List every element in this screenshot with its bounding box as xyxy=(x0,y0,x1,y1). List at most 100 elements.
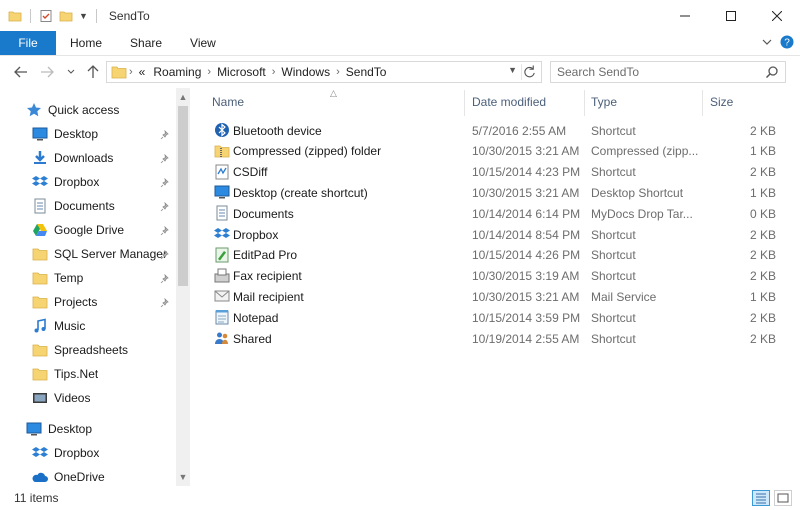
sidebar-item-sql-server-manager[interactable]: SQL Server Manager xyxy=(0,242,176,266)
column-header-date[interactable]: Date modified xyxy=(472,88,546,116)
tab-view[interactable]: View xyxy=(176,31,230,55)
window-controls xyxy=(662,0,800,31)
address-bar[interactable]: › « Roaming › Microsoft › Windows › Send… xyxy=(106,61,542,83)
table-row[interactable]: Compressed (zipped) folder 10/30/2015 3:2… xyxy=(190,141,780,162)
table-row[interactable]: Shared 10/19/2014 2:55 AM Shortcut 2 KB xyxy=(190,328,780,349)
expand-ribbon-icon[interactable] xyxy=(762,38,772,46)
sidebar-item-label: SQL Server Manager xyxy=(54,247,167,261)
maximize-icon xyxy=(726,10,736,21)
navigation-scrollbar[interactable]: ▲ ▼ xyxy=(176,88,190,486)
scroll-up-icon[interactable]: ▲ xyxy=(176,90,190,104)
file-type: Shortcut xyxy=(591,269,636,284)
table-row[interactable]: Fax recipient 10/30/2015 3:19 AM Shortcut 2… xyxy=(190,266,780,287)
column-header-type[interactable]: Type xyxy=(591,88,617,116)
sidebar-item-label: Downloads xyxy=(54,151,114,165)
sidebar-item-desktop[interactable]: Desktop xyxy=(0,417,176,441)
svg-text:?: ? xyxy=(784,38,790,49)
table-row[interactable]: Dropbox 10/14/2014 8:54 PM Shortcut 2 KB xyxy=(190,224,780,245)
pin-icon[interactable] xyxy=(160,201,170,212)
chevron-right-icon[interactable]: › xyxy=(270,66,278,78)
file-size: 1 KB xyxy=(749,289,776,304)
maximize-button[interactable] xyxy=(708,0,754,31)
scrollbar-thumb[interactable] xyxy=(178,106,188,286)
google-drive-icon xyxy=(32,222,48,238)
dropbox-icon xyxy=(214,226,230,242)
new-folder-icon[interactable] xyxy=(59,9,73,23)
tab-share[interactable]: Share xyxy=(116,31,176,55)
breadcrumb-sendto[interactable]: SendTo xyxy=(342,65,391,79)
column-separator[interactable] xyxy=(702,90,703,116)
sidebar-item-quick-access[interactable]: Quick access xyxy=(0,98,176,122)
pin-icon[interactable] xyxy=(160,297,170,308)
column-separator[interactable] xyxy=(464,90,465,116)
table-row[interactable]: Notepad 10/15/2014 3:59 PM Shortcut 2 KB xyxy=(190,307,780,328)
pin-icon[interactable] xyxy=(160,129,170,140)
chevron-right-icon[interactable]: › xyxy=(334,66,342,78)
column-header-name[interactable]: Name xyxy=(212,88,244,116)
up-button[interactable] xyxy=(82,61,104,83)
file-size: 2 KB xyxy=(749,269,776,284)
search-icon[interactable] xyxy=(765,65,779,79)
fax-icon xyxy=(214,268,230,284)
table-row[interactable]: Mail recipient 10/30/2015 3:21 AM Mail Ser… xyxy=(190,286,780,307)
table-row[interactable]: Desktop (create shortcut) 10/30/2015 3:21… xyxy=(190,182,780,203)
pin-icon[interactable] xyxy=(160,249,170,260)
sidebar-item-dropbox[interactable]: Dropbox xyxy=(0,170,176,194)
details-view-button[interactable] xyxy=(752,490,770,506)
file-date: 10/19/2014 2:55 AM xyxy=(472,331,580,346)
tab-home[interactable]: Home xyxy=(56,31,116,55)
back-button[interactable] xyxy=(10,61,32,83)
folder-icon xyxy=(32,342,48,358)
minimize-button[interactable] xyxy=(662,0,708,31)
file-size: 0 KB xyxy=(749,206,776,221)
breadcrumb-microsoft[interactable]: Microsoft xyxy=(213,65,270,79)
sidebar-item-label: Temp xyxy=(54,271,84,285)
table-row[interactable]: Bluetooth device 5/7/2016 2:55 AM Shortcut… xyxy=(190,120,780,141)
sidebar-item-projects[interactable]: Projects xyxy=(0,290,176,314)
scroll-down-icon[interactable]: ▼ xyxy=(176,470,190,484)
refresh-icon[interactable] xyxy=(521,64,537,80)
table-row[interactable]: Documents 10/14/2014 6:14 PM MyDocs Drop T… xyxy=(190,203,780,224)
sidebar-item-tips-net[interactable]: Tips.Net xyxy=(0,362,176,386)
sidebar-item-google-drive[interactable]: Google Drive xyxy=(0,218,176,242)
file-date: 10/30/2015 3:19 AM xyxy=(472,269,580,284)
search-input[interactable]: Search SendTo xyxy=(550,61,786,83)
forward-button[interactable] xyxy=(36,61,58,83)
file-size: 2 KB xyxy=(749,331,776,346)
properties-icon[interactable] xyxy=(39,9,53,23)
column-separator[interactable] xyxy=(584,90,585,116)
breadcrumb-roaming[interactable]: Roaming xyxy=(149,65,205,79)
tab-file[interactable]: File xyxy=(0,31,56,55)
pin-icon[interactable] xyxy=(160,153,170,164)
recent-locations-button[interactable] xyxy=(60,61,82,83)
chevron-right-icon[interactable]: › xyxy=(205,66,213,78)
table-row[interactable]: EditPad Pro 10/15/2014 4:26 PM Shortcut 2 K… xyxy=(190,245,780,266)
sidebar-item-desktop[interactable]: Desktop xyxy=(0,122,176,146)
file-type: Shortcut xyxy=(591,165,636,180)
large-icons-view-button[interactable] xyxy=(774,490,792,506)
breadcrumb-windows[interactable]: Windows xyxy=(277,65,334,79)
table-row[interactable]: CSDiff 10/15/2014 4:23 PM Shortcut 2 KB xyxy=(190,162,780,183)
sidebar-item-documents[interactable]: Documents xyxy=(0,194,176,218)
help-icon[interactable]: ? xyxy=(780,35,794,49)
pin-icon[interactable] xyxy=(160,273,170,284)
sidebar-item-music[interactable]: Music xyxy=(0,314,176,338)
column-header-size[interactable]: Size xyxy=(710,88,733,116)
sidebar-item-onedrive[interactable]: OneDrive xyxy=(0,465,176,486)
customize-toolbar-icon[interactable]: ▼ xyxy=(79,11,88,21)
folder-icon xyxy=(32,246,48,262)
sidebar-item-dropbox[interactable]: Dropbox xyxy=(0,441,176,465)
sidebar-item-temp[interactable]: Temp xyxy=(0,266,176,290)
sidebar-item-videos[interactable]: Videos xyxy=(0,386,176,410)
file-type: Shortcut xyxy=(591,248,636,263)
file-size: 1 KB xyxy=(749,144,776,159)
pin-icon[interactable] xyxy=(160,225,170,236)
sidebar-item-downloads[interactable]: Downloads xyxy=(0,146,176,170)
breadcrumb-overflow[interactable]: « xyxy=(135,65,150,79)
sidebar-item-spreadsheets[interactable]: Spreadsheets xyxy=(0,338,176,362)
videos-icon xyxy=(32,390,48,406)
close-button[interactable] xyxy=(754,0,800,31)
address-history-icon[interactable]: ▼ xyxy=(508,65,517,75)
pin-icon[interactable] xyxy=(160,177,170,188)
file-name: Dropbox xyxy=(233,227,279,242)
